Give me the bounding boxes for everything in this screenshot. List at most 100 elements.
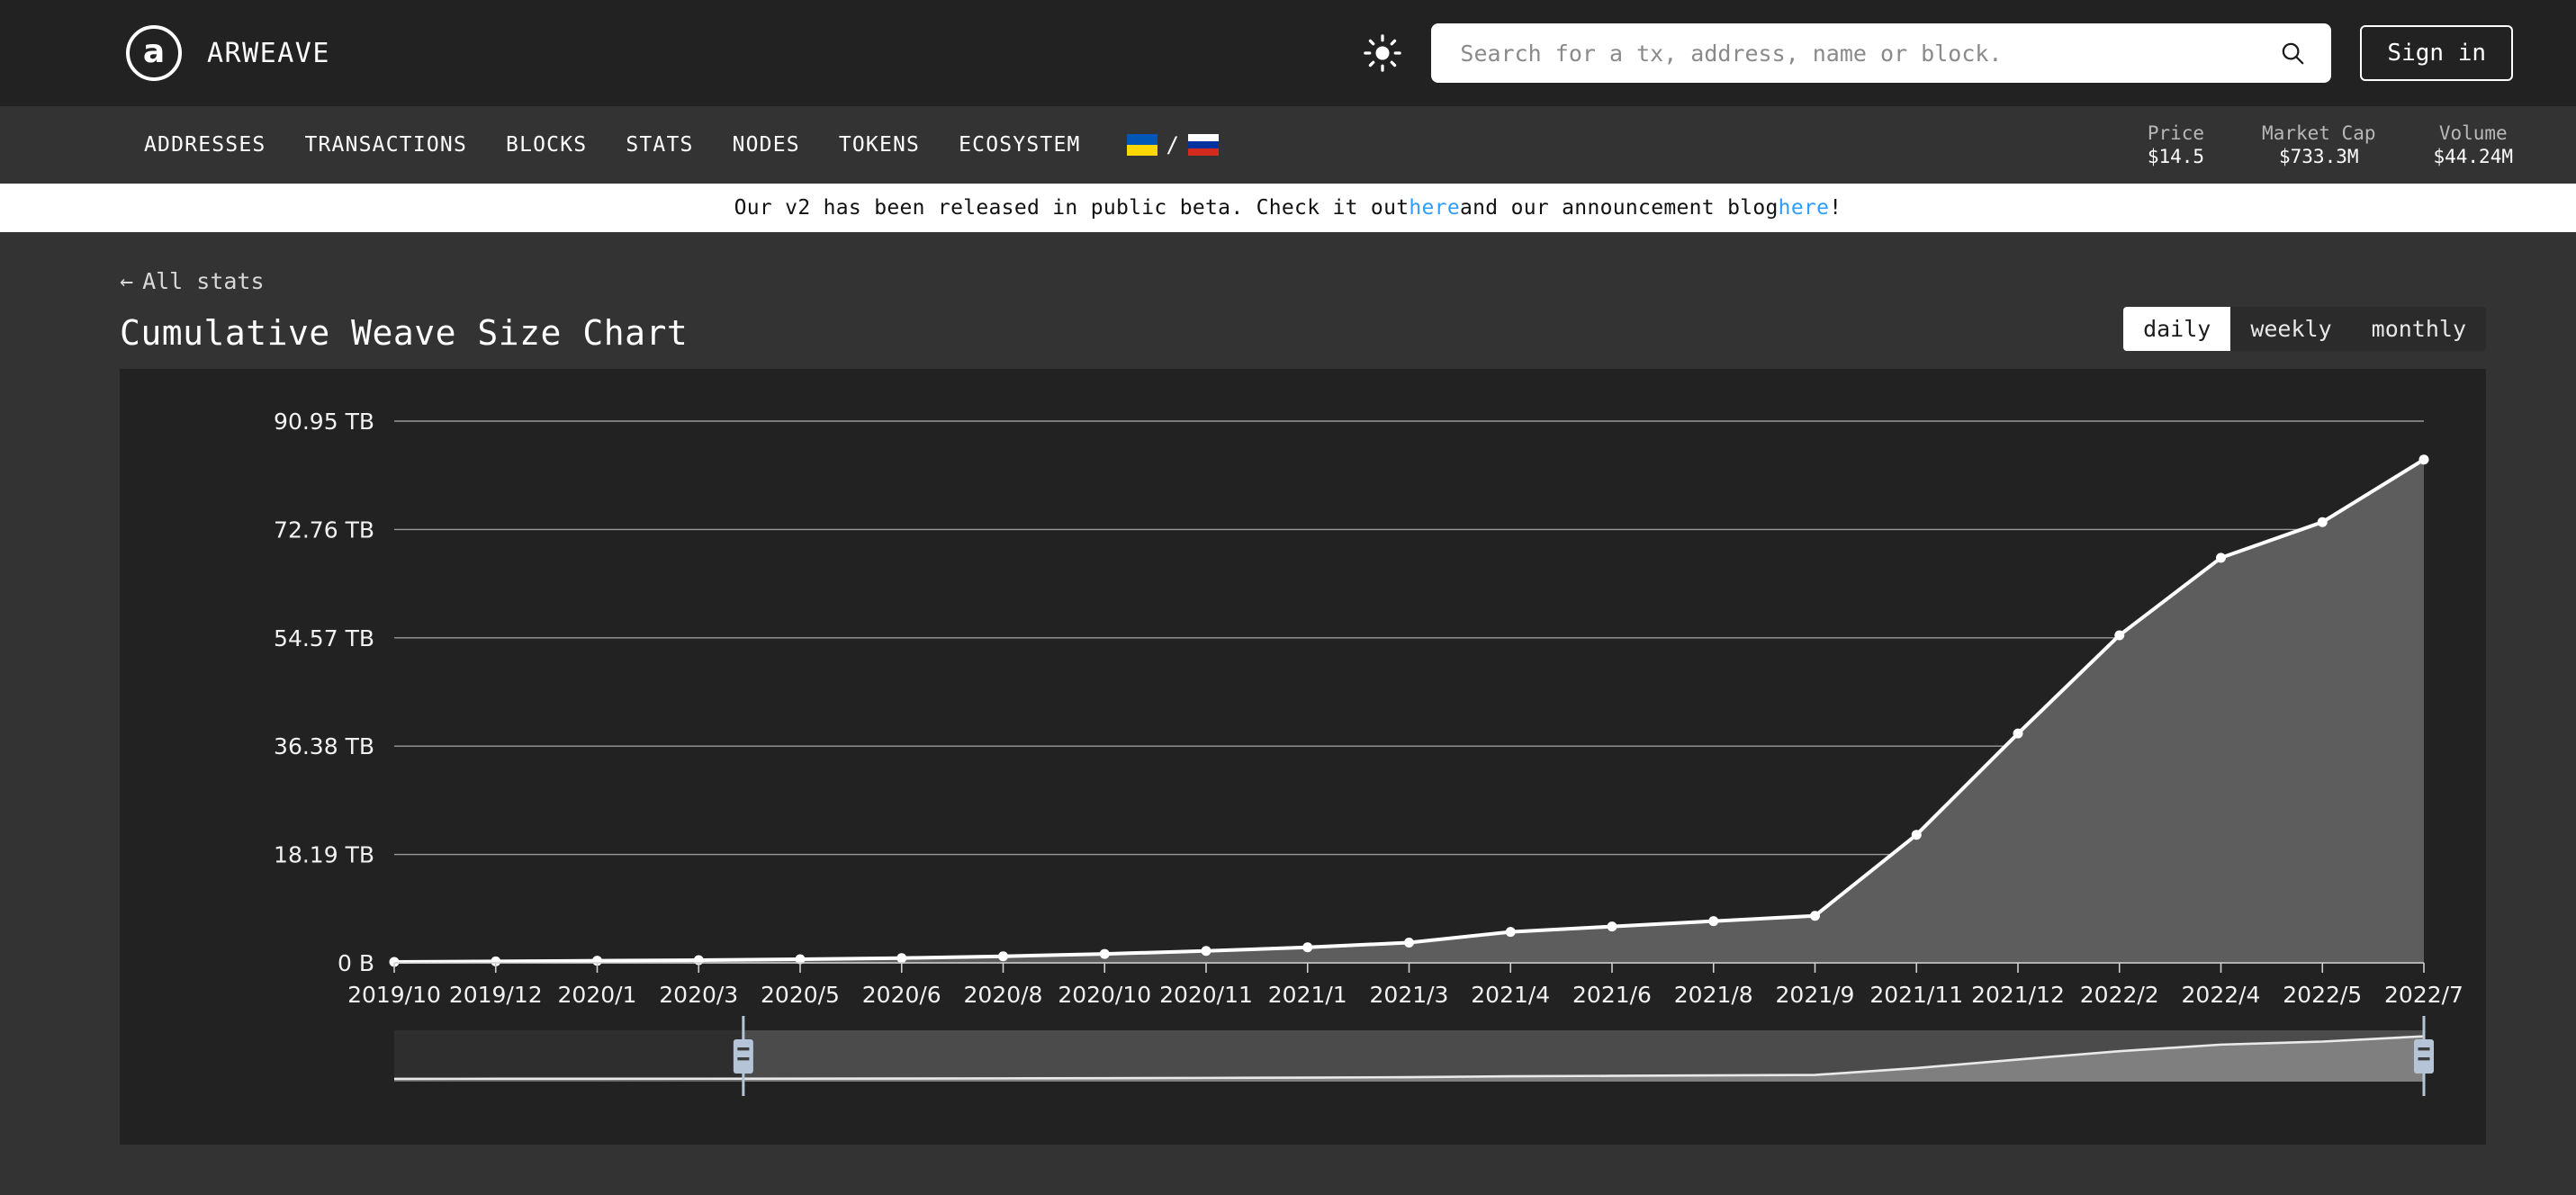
cumulative-weave-size-chart[interactable]: 90.95 TB72.76 TB54.57 TB36.38 TB18.19 TB… — [120, 369, 2486, 1145]
data-point[interactable] — [1202, 946, 1211, 956]
brush-handle-right[interactable] — [2414, 1016, 2434, 1096]
data-point[interactable] — [1404, 938, 1414, 948]
period-daily-button[interactable]: daily — [2123, 307, 2230, 351]
banner-text-middle: and our announcement blog — [1460, 196, 1779, 220]
data-point[interactable] — [2216, 553, 2226, 562]
data-point[interactable] — [2318, 517, 2328, 527]
x-axis-label: 2020/1 — [558, 982, 637, 1008]
header-right-group: Sign in — [1363, 23, 2513, 83]
data-point[interactable] — [896, 953, 906, 963]
period-toggle-group: daily weekly monthly — [2123, 307, 2486, 351]
breadcrumb-label: All stats — [142, 268, 264, 294]
y-axis-label: 72.76 TB — [274, 517, 374, 543]
banner-link-beta[interactable]: here — [1409, 196, 1460, 220]
nav-item-stats[interactable]: STATS — [626, 133, 693, 157]
data-point[interactable] — [1100, 949, 1110, 959]
chart-x-axis-labels: 2019/10 2019/12 2020/1 2020/3 2020/5 2020/6 20… — [347, 982, 2463, 1008]
x-axis-label: 2021/9 — [1776, 982, 1855, 1008]
x-axis-label: 2021/6 — [1572, 982, 1652, 1008]
x-axis-label: 2020/3 — [659, 982, 738, 1008]
x-axis-label: 2020/10 — [1058, 982, 1151, 1008]
chart-x-axis-ticks — [394, 963, 2424, 973]
x-axis-label: 2019/10 — [347, 982, 441, 1008]
market-stats: Price $14.5 Market Cap $733.3M Volume $4… — [2148, 121, 2513, 169]
x-axis-label: 2020/11 — [1159, 982, 1253, 1008]
x-axis-label: 2022/2 — [2080, 982, 2159, 1008]
data-point[interactable] — [998, 951, 1008, 961]
y-axis-label: 54.57 TB — [274, 625, 374, 651]
market-cap-label: Market Cap — [2262, 121, 2375, 145]
flag-separator: / — [1166, 132, 1179, 157]
x-axis-label: 2021/3 — [1370, 982, 1449, 1008]
data-point[interactable] — [1708, 916, 1718, 926]
banner-link-blog[interactable]: here — [1779, 196, 1830, 220]
nav-item-transactions[interactable]: TRANSACTIONS — [304, 133, 467, 157]
data-point[interactable] — [1608, 921, 1617, 931]
nav-items: ADDRESSES TRANSACTIONS BLOCKS STATS NODE… — [144, 132, 1219, 157]
nav-item-tokens[interactable]: TOKENS — [839, 133, 920, 157]
chart-area-fill — [394, 460, 2424, 963]
data-point[interactable] — [2114, 630, 2124, 640]
market-stat-market-cap: Market Cap $733.3M — [2262, 121, 2375, 169]
arweave-logo-icon: a — [126, 25, 182, 81]
x-axis-label: 2022/4 — [2182, 982, 2261, 1008]
ukraine-flag-icon[interactable] — [1127, 134, 1157, 156]
search-bar[interactable] — [1431, 23, 2331, 83]
y-axis-label: 18.19 TB — [274, 842, 374, 868]
data-point[interactable] — [2419, 454, 2429, 464]
nav-item-nodes[interactable]: NODES — [733, 133, 800, 157]
flag-group: / — [1127, 132, 1219, 157]
banner-text-after: ! — [1829, 196, 1842, 220]
brand-name: ARWEAVE — [207, 38, 330, 69]
page-content: ← All stats Cumulative Weave Size Chart … — [0, 232, 2576, 1145]
volume-label: Volume — [2433, 121, 2513, 145]
search-icon[interactable] — [2279, 40, 2306, 67]
x-axis-label: 2020/8 — [964, 982, 1043, 1008]
chart-brush-selector[interactable] — [394, 1016, 2434, 1096]
y-axis-label: 90.95 TB — [274, 409, 374, 435]
market-cap-value: $733.3M — [2262, 145, 2375, 168]
brush-handle-left[interactable] — [734, 1016, 753, 1096]
russia-flag-icon[interactable] — [1188, 134, 1219, 156]
x-axis-label: 2020/5 — [761, 982, 840, 1008]
x-axis-label: 2021/8 — [1674, 982, 1753, 1008]
x-axis-label: 2021/11 — [1869, 982, 1963, 1008]
x-axis-label: 2022/5 — [2283, 982, 2362, 1008]
chart-y-axis-labels: 90.95 TB72.76 TB54.57 TB36.38 TB18.19 TB… — [274, 409, 374, 976]
sign-in-button[interactable]: Sign in — [2360, 25, 2513, 81]
chart-panel: 90.95 TB72.76 TB54.57 TB36.38 TB18.19 TB… — [120, 369, 2486, 1145]
market-stat-price: Price $14.5 — [2148, 121, 2204, 169]
period-monthly-button[interactable]: monthly — [2352, 307, 2486, 351]
nav-item-blocks[interactable]: BLOCKS — [506, 133, 587, 157]
banner-text-before: Our v2 has been released in public beta.… — [734, 196, 1410, 220]
x-axis-label: 2021/12 — [1971, 982, 2065, 1008]
data-point[interactable] — [2013, 729, 2023, 739]
page-title: Cumulative Weave Size Chart — [120, 313, 688, 353]
sun-icon[interactable] — [1363, 33, 1402, 73]
price-value: $14.5 — [2148, 145, 2204, 168]
period-weekly-button[interactable]: weekly — [2230, 307, 2351, 351]
nav-item-ecosystem[interactable]: ECOSYSTEM — [959, 133, 1080, 157]
title-row: Cumulative Weave Size Chart daily weekly… — [120, 307, 2486, 353]
announcement-banner: Our v2 has been released in public beta.… — [0, 184, 2576, 232]
back-arrow-icon: ← — [120, 268, 133, 294]
data-point[interactable] — [1506, 927, 1516, 937]
volume-value: $44.24M — [2433, 145, 2513, 168]
search-input[interactable] — [1460, 40, 2279, 67]
data-point[interactable] — [1810, 911, 1820, 921]
breadcrumb-all-stats[interactable]: ← All stats — [120, 268, 265, 294]
market-stat-volume: Volume $44.24M — [2433, 121, 2513, 169]
data-point[interactable] — [1912, 830, 1922, 840]
brush-selection[interactable] — [743, 1030, 2424, 1082]
y-axis-label: 0 B — [338, 950, 374, 976]
x-axis-label: 2019/12 — [449, 982, 543, 1008]
price-label: Price — [2148, 121, 2204, 145]
nav-item-addresses[interactable]: ADDRESSES — [144, 133, 266, 157]
x-axis-label: 2022/7 — [2384, 982, 2463, 1008]
x-axis-label: 2020/6 — [862, 982, 941, 1008]
x-axis-label: 2021/1 — [1268, 982, 1347, 1008]
x-axis-label: 2021/4 — [1471, 982, 1550, 1008]
top-header: a ARWEAVE Sign in — [0, 0, 2576, 106]
brand-logo[interactable]: a ARWEAVE — [126, 25, 330, 81]
data-point[interactable] — [1302, 942, 1312, 952]
